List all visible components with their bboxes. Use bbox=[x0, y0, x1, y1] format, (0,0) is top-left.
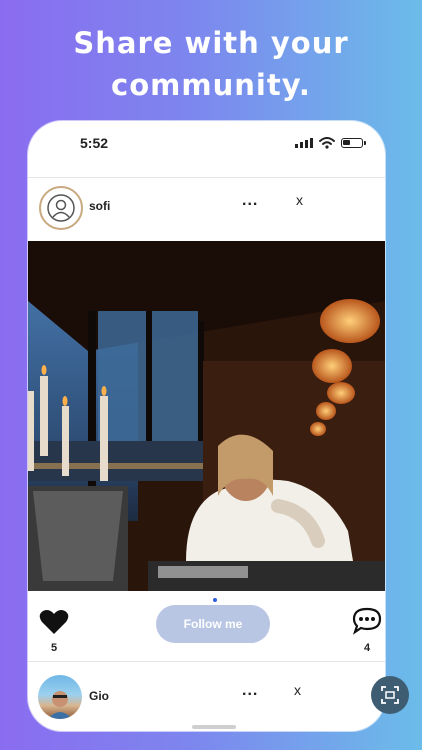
status-icons bbox=[295, 137, 366, 149]
avatar[interactable] bbox=[39, 186, 83, 230]
close-button-2[interactable]: x bbox=[294, 682, 301, 698]
post-header: sofi ... x bbox=[28, 177, 385, 237]
post-username[interactable]: sofi bbox=[89, 199, 110, 213]
follow-button[interactable]: Follow me bbox=[156, 605, 270, 643]
comment-control[interactable]: 4 bbox=[351, 607, 383, 654]
headline-line-1: Share with your bbox=[73, 26, 349, 60]
headline-line-2: community. bbox=[111, 68, 311, 102]
signal-icon bbox=[295, 138, 313, 148]
post-photo[interactable] bbox=[28, 241, 385, 591]
home-indicator bbox=[192, 725, 236, 729]
status-time: 5:52 bbox=[80, 135, 109, 151]
post-username-2[interactable]: Gio bbox=[89, 689, 109, 703]
scan-button[interactable] bbox=[371, 676, 409, 714]
like-control[interactable]: 5 bbox=[38, 609, 70, 654]
battery-icon bbox=[341, 138, 366, 148]
avatar-2[interactable] bbox=[38, 675, 82, 719]
post-header-2: Gio ... x bbox=[28, 671, 385, 723]
comment-icon[interactable] bbox=[352, 607, 382, 635]
wifi-icon bbox=[319, 137, 335, 149]
heart-icon[interactable] bbox=[39, 609, 69, 635]
headline: Share with your community. bbox=[0, 22, 422, 106]
more-options-button-2[interactable]: ... bbox=[242, 682, 258, 700]
likes-count: 5 bbox=[50, 642, 58, 654]
post-divider bbox=[28, 661, 385, 662]
close-button[interactable]: x bbox=[296, 192, 303, 208]
more-options-button[interactable]: ... bbox=[242, 192, 258, 210]
phone-frame: 5:52 sofi ... x 5 Follow me 4 Gio ... x bbox=[28, 121, 385, 731]
carousel-indicator bbox=[213, 598, 217, 602]
comments-count: 4 bbox=[363, 642, 371, 654]
status-bar: 5:52 bbox=[28, 121, 385, 169]
person-icon bbox=[47, 194, 75, 222]
scan-icon bbox=[381, 686, 399, 704]
